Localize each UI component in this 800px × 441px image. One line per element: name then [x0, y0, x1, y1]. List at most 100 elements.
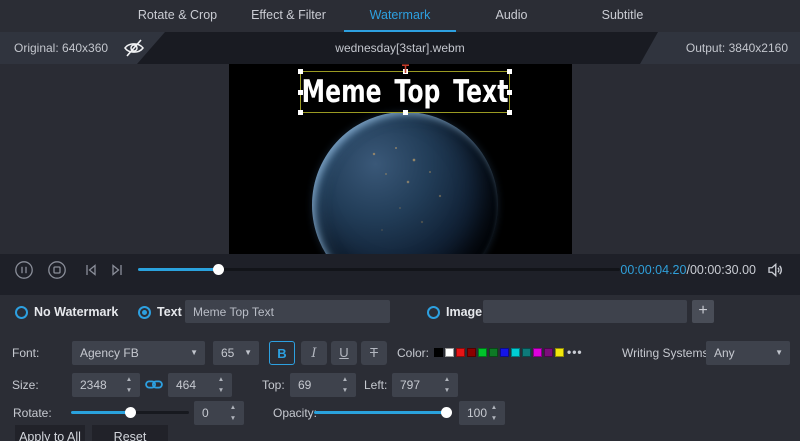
selection-handle[interactable]	[298, 90, 303, 95]
color-swatch[interactable]	[544, 348, 553, 357]
color-label: Color:	[397, 341, 429, 365]
font-family-select[interactable]: Agency FB ▼	[72, 341, 205, 365]
spin-up-icon[interactable]: ▲	[227, 403, 239, 412]
timeline-progress	[138, 268, 218, 271]
spin-down-icon[interactable]: ▼	[441, 386, 453, 395]
timeline-slider[interactable]	[138, 268, 620, 271]
skip-forward-icon	[107, 260, 127, 280]
volume-button[interactable]	[766, 261, 784, 279]
color-swatch[interactable]	[478, 348, 487, 357]
color-swatch[interactable]	[467, 348, 476, 357]
color-swatch[interactable]	[533, 348, 542, 357]
no-watermark-label: No Watermark	[34, 300, 118, 324]
tab-effect-filter[interactable]: Effect & Filter	[233, 0, 344, 32]
watermark-text-input[interactable]	[185, 300, 390, 323]
apply-to-all-button[interactable]: Apply to All	[15, 425, 85, 441]
color-swatch[interactable]	[434, 348, 443, 357]
skip-back-icon	[81, 260, 101, 280]
timecode: 00:00:04.20/00:00:30.00	[620, 254, 756, 286]
bold-glyph: B	[277, 346, 286, 361]
no-watermark-radio[interactable]	[15, 306, 28, 319]
spin-up-icon[interactable]: ▲	[441, 375, 453, 384]
opacity-slider-fill	[314, 411, 447, 414]
spin-down-icon[interactable]: ▼	[339, 386, 351, 395]
italic-button[interactable]: I	[301, 341, 327, 365]
watermark-overlay-text[interactable]: Meme Top Text	[302, 74, 509, 110]
spin-up-icon[interactable]: ▲	[123, 375, 135, 384]
chevron-down-icon: ▼	[244, 341, 252, 365]
spin-up-icon[interactable]: ▲	[488, 403, 500, 412]
rotate-value: 0	[202, 401, 209, 425]
spin-up-icon[interactable]: ▲	[339, 375, 351, 384]
previous-frame-button[interactable]	[81, 260, 101, 280]
tab-label: Subtitle	[602, 8, 644, 22]
color-swatch[interactable]	[522, 348, 531, 357]
strikethrough-button[interactable]: T	[361, 341, 387, 365]
spin-down-icon[interactable]: ▼	[215, 386, 227, 395]
font-size-select[interactable]: 65 ▼	[213, 341, 259, 365]
video-preview[interactable]: Meme Top Text	[229, 64, 572, 254]
opacity-slider-handle[interactable]	[441, 407, 452, 418]
image-watermark-radio[interactable]	[427, 306, 440, 319]
rotation-handle[interactable]	[401, 64, 410, 71]
selection-handle[interactable]	[403, 110, 408, 115]
left-label: Left:	[364, 373, 387, 397]
top-spinner[interactable]: 69 ▲ ▼	[290, 373, 356, 397]
color-swatch[interactable]	[555, 348, 564, 357]
text-watermark-radio[interactable]	[138, 306, 151, 319]
rotate-slider-handle[interactable]	[125, 407, 136, 418]
selection-handle[interactable]	[298, 110, 303, 115]
opacity-label: Opacity:	[273, 401, 317, 425]
spin-down-icon[interactable]: ▼	[227, 414, 239, 423]
current-filename: wednesday[3star].webm	[0, 32, 800, 64]
opacity-value: 100	[467, 401, 487, 425]
color-swatch[interactable]	[445, 348, 454, 357]
more-colors-button[interactable]: •••	[567, 343, 583, 361]
pause-button[interactable]	[14, 260, 34, 280]
selection-handle[interactable]	[507, 110, 512, 115]
tab-audio[interactable]: Audio	[456, 0, 567, 32]
earth-night-image	[312, 112, 498, 254]
watermark-selection-box[interactable]: Meme Top Text	[300, 71, 510, 113]
color-swatch[interactable]	[511, 348, 520, 357]
stop-icon	[47, 260, 67, 280]
spin-down-icon[interactable]: ▼	[488, 414, 500, 423]
writing-systems-select[interactable]: Any ▼	[706, 341, 790, 365]
rotate-label: Rotate:	[13, 401, 52, 425]
selection-handle[interactable]	[298, 69, 303, 74]
spin-up-icon[interactable]: ▲	[215, 375, 227, 384]
stop-button[interactable]	[47, 260, 67, 280]
top-value: 69	[298, 373, 311, 397]
font-size-value: 65	[221, 341, 234, 365]
color-swatch[interactable]	[500, 348, 509, 357]
left-spinner[interactable]: 797 ▲▼	[392, 373, 458, 397]
size-label: Size:	[12, 373, 39, 397]
timeline-handle[interactable]	[213, 264, 224, 275]
rotate-spinner[interactable]: 0 ▲ ▼	[194, 401, 244, 425]
selection-handle[interactable]	[507, 69, 512, 74]
height-spinner[interactable]: 464 ▲▼	[168, 373, 232, 397]
opacity-slider[interactable]	[314, 411, 451, 414]
tab-subtitle[interactable]: Subtitle	[567, 0, 678, 32]
opacity-spinner[interactable]: 100 ▲ ▼	[459, 401, 505, 425]
spin-down-icon[interactable]: ▼	[123, 386, 135, 395]
color-swatch[interactable]	[456, 348, 465, 357]
color-swatch[interactable]	[489, 348, 498, 357]
chevron-down-icon: ▼	[775, 341, 783, 365]
underline-button[interactable]: U	[331, 341, 357, 365]
reset-button[interactable]: Reset	[92, 425, 168, 441]
bold-button[interactable]: B	[269, 341, 295, 365]
watermark-image-input[interactable]	[483, 300, 687, 323]
add-image-button[interactable]: +	[692, 300, 714, 323]
tab-rotate-crop[interactable]: Rotate & Crop	[122, 0, 233, 32]
tab-watermark[interactable]: Watermark	[344, 0, 456, 32]
next-frame-button[interactable]	[107, 260, 127, 280]
file-info-bar: Original: 640x360 wednesday[3star].webm …	[0, 32, 800, 64]
selection-handle[interactable]	[507, 90, 512, 95]
width-spinner[interactable]: 2348 ▲▼	[72, 373, 140, 397]
link-dimensions-toggle[interactable]	[145, 378, 163, 394]
pause-icon	[14, 260, 34, 280]
rotate-slider[interactable]	[71, 411, 189, 414]
underline-glyph: U	[339, 345, 348, 360]
chain-link-icon	[145, 378, 163, 391]
